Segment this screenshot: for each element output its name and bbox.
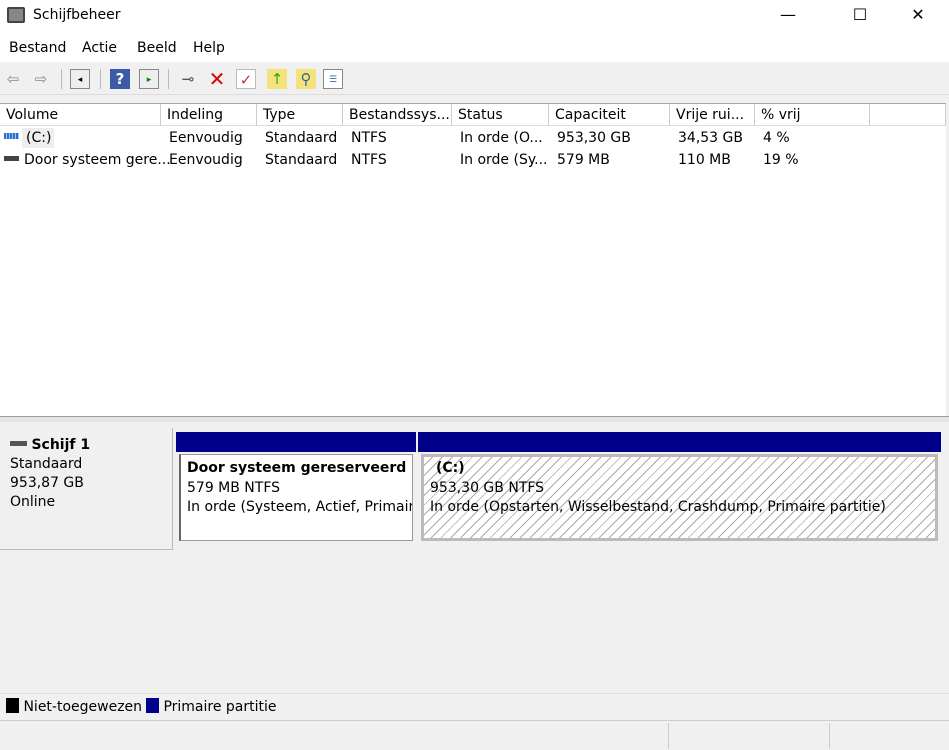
status-divider (668, 723, 669, 749)
cell-filesystem: NTFS (351, 130, 387, 146)
volume-icon (4, 156, 19, 161)
status-bar (0, 720, 949, 750)
cell-capacity: 579 MB (557, 152, 610, 168)
window-title: Schijfbeheer (33, 7, 121, 23)
partition-size: 953,30 GB NTFS (430, 479, 545, 496)
action-pane-icon[interactable]: ▸ (139, 69, 159, 89)
console-tree-icon[interactable]: ◂ (70, 69, 90, 89)
column-status[interactable]: Status (452, 104, 549, 126)
menu-bestand[interactable]: Bestand (9, 40, 66, 56)
disk-name: Schijf 1 (31, 437, 91, 453)
cell-volume: Door systeem gere... (24, 152, 171, 168)
up-folder-icon[interactable]: ↑ (267, 69, 287, 89)
partition-system-reserved[interactable]: Door systeem gereserveerd 579 MB NTFS In… (176, 432, 416, 544)
cell-free-space: 110 MB (678, 152, 731, 168)
menu-help[interactable]: Help (193, 40, 225, 56)
status-divider (829, 723, 830, 749)
volume-icon (4, 133, 19, 139)
legend: Niet-toegewezen Primaire partitie (0, 693, 949, 718)
close-button[interactable]: ✕ (895, 0, 941, 30)
cell-indeling: Eenvoudig (169, 130, 243, 146)
cell-free-space: 34,53 GB (678, 130, 743, 146)
cell-type: Standaard (265, 130, 338, 146)
cell-volume: (C:) (22, 128, 54, 148)
legend-unallocated: Niet-toegewezen (6, 698, 142, 715)
toolbar-separator (61, 69, 62, 89)
help-icon[interactable]: ? (110, 69, 130, 89)
toolbar: ⇦ ⇨ ◂ ? ▸ ⊸ ✕ ✓ ↑ ⚲ ☰ (0, 63, 949, 95)
delete-icon[interactable]: ✕ (207, 69, 227, 89)
column-empty (870, 104, 946, 126)
partition-name: Door systeem gereserveerd (187, 460, 407, 476)
toolbar-separator (168, 69, 169, 89)
column-volume[interactable]: Volume (0, 104, 161, 126)
cell-capacity: 953,30 GB (557, 130, 631, 146)
partition-status: In orde (Opstarten, Wisselbestand, Crash… (430, 499, 886, 515)
column-capaciteit[interactable]: Capaciteit (549, 104, 670, 126)
column-bestandssysteem[interactable]: Bestandssys... (343, 104, 452, 126)
volume-list: Volume Indeling Type Bestandssys... Stat… (0, 103, 946, 416)
disk-info-panel[interactable]: Schijf 1 Standaard 953,87 GB Online (0, 428, 173, 550)
legend-label: Primaire partitie (163, 699, 277, 715)
properties-icon[interactable]: ✓ (236, 69, 256, 89)
disk-type: Standaard (10, 456, 83, 472)
disk-management-icon (7, 7, 25, 23)
partition-size: 579 MB NTFS (187, 479, 281, 496)
menu-actie[interactable]: Actie (82, 40, 117, 56)
partition-bar (176, 432, 416, 452)
maximize-button[interactable]: ☐ (837, 0, 883, 30)
disk-state: Online (10, 494, 56, 510)
cell-percent-free: 19 % (763, 152, 799, 168)
legend-swatch (6, 698, 19, 713)
forward-icon[interactable]: ⇨ (31, 69, 51, 89)
legend-swatch (146, 698, 159, 713)
legend-label: Niet-toegewezen (23, 699, 143, 715)
cell-status: In orde (O... (460, 130, 543, 146)
cell-percent-free: 4 % (763, 130, 790, 146)
list-view-icon[interactable]: ☰ (323, 69, 343, 89)
partition-bar (418, 432, 941, 452)
cell-filesystem: NTFS (351, 152, 387, 168)
cell-status: In orde (Sy... (460, 152, 548, 168)
search-folder-icon[interactable]: ⚲ (296, 69, 316, 89)
column-type[interactable]: Type (257, 104, 343, 126)
title-bar: Schijfbeheer — ☐ ✕ (0, 0, 949, 32)
cell-type: Standaard (265, 152, 338, 168)
legend-primary: Primaire partitie (146, 698, 277, 715)
pane-splitter[interactable] (0, 416, 949, 422)
back-icon[interactable]: ⇦ (3, 69, 23, 89)
disk-icon (10, 441, 27, 446)
column-vrije-ruimte[interactable]: Vrije rui... (670, 104, 755, 126)
partition-name: (C:) (436, 460, 465, 476)
menu-beeld[interactable]: Beeld (137, 40, 177, 56)
column-indeling[interactable]: Indeling (161, 104, 257, 126)
menu-bar: Bestand Actie Beeld Help (0, 32, 949, 62)
connect-drive-icon[interactable]: ⊸ (178, 69, 198, 89)
toolbar-separator (100, 69, 101, 89)
minimize-button[interactable]: — (765, 0, 811, 30)
cell-indeling: Eenvoudig (169, 152, 243, 168)
disk-size: 953,87 GB (10, 475, 84, 491)
column-percent-vrij[interactable]: % vrij (755, 104, 870, 126)
partition-c[interactable]: (C:) 953,30 GB NTFS In orde (Opstarten, … (418, 432, 941, 544)
partition-status: In orde (Systeem, Actief, Primaire parti… (187, 499, 412, 515)
